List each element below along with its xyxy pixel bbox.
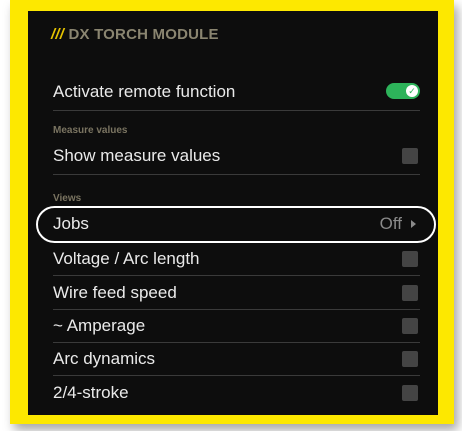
view-item-arc-dynamics[interactable]: Arc dynamics <box>53 349 420 371</box>
view-item-stroke[interactable]: 2/4-stroke <box>53 383 420 405</box>
view-item-label: ~ Amperage <box>53 316 146 335</box>
title-slashes: /// <box>51 26 65 43</box>
divider <box>53 342 420 343</box>
view-item-checkbox[interactable] <box>402 351 418 367</box>
view-item-checkbox[interactable] <box>402 385 418 401</box>
divider <box>53 275 420 276</box>
view-item-label: Voltage / Arc length <box>53 249 200 268</box>
view-item-label: Arc dynamics <box>53 349 156 368</box>
divider <box>53 174 420 175</box>
view-item-label: Wire feed speed <box>53 283 177 302</box>
show-measure-values-checkbox[interactable] <box>402 148 418 164</box>
page-title: /// DX TORCH MODULE <box>51 26 219 43</box>
chevron-right-icon <box>411 220 416 228</box>
divider <box>53 375 420 376</box>
remote-function-row[interactable]: Activate remote function ✓ <box>53 82 420 104</box>
title-text: DX TORCH MODULE <box>68 26 219 43</box>
remote-function-label: Activate remote function <box>53 82 236 101</box>
checkmark-icon: ✓ <box>406 85 418 97</box>
section-measure-values: Measure values <box>53 125 128 136</box>
view-item-checkbox[interactable] <box>402 251 418 267</box>
view-item-voltage[interactable]: Voltage / Arc length <box>53 249 420 271</box>
remote-function-toggle[interactable]: ✓ <box>386 83 420 99</box>
jobs-row[interactable]: Jobs Off <box>53 214 420 236</box>
show-measure-values-row[interactable]: Show measure values <box>53 146 420 168</box>
section-views: Views <box>53 193 82 204</box>
view-item-label: 2/4-stroke <box>53 383 129 402</box>
view-item-checkbox[interactable] <box>402 318 418 334</box>
jobs-value: Off <box>379 214 402 233</box>
view-item-amperage[interactable]: ~ Amperage <box>53 316 420 338</box>
jobs-label: Jobs <box>53 214 89 233</box>
show-measure-values-label: Show measure values <box>53 146 221 165</box>
divider <box>53 110 420 111</box>
view-item-wire-feed-speed[interactable]: Wire feed speed <box>53 283 420 305</box>
divider <box>53 309 420 310</box>
view-item-checkbox[interactable] <box>402 285 418 301</box>
